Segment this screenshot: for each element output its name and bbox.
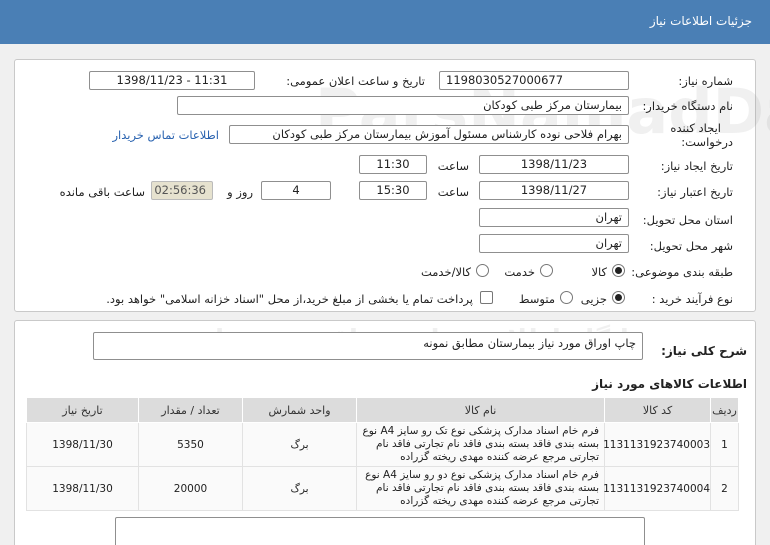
announce-label: تاریخ و ساعت اعلان عمومی: <box>286 74 425 88</box>
creator-label-line1: ایجاد کننده <box>670 121 721 135</box>
page-title: جزئیات اطلاعات نیاز <box>649 14 752 28</box>
table-row: 2 1131131923740004 فرم خام اسناد مدارک پ… <box>26 466 739 511</box>
province-field: تهران <box>479 208 629 227</box>
col-qty: تعداد / مقدار <box>138 397 243 423</box>
buyer-field: بیمارستان مرکز طبی کودکان <box>177 96 629 115</box>
summary-field: چاپ اوراق مورد نیاز بیمارستان مطابق نمون… <box>93 332 643 360</box>
goods-panel: پایگاه اطلاع رسانی مناقصه و مزایده شرح ک… <box>14 320 756 545</box>
cell-row: 2 <box>710 466 739 511</box>
cell-row: 1 <box>710 422 739 467</box>
need-number-field: 1198030527000677 <box>439 71 629 90</box>
created-time-field: 11:30 <box>359 155 427 174</box>
need-number-label: شماره نیاز: <box>678 74 733 88</box>
col-row: ردیف <box>710 397 739 423</box>
cell-date: 1398/11/30 <box>26 466 139 511</box>
treasury-payment-note: پرداخت تمام یا بخشی از مبلغ خرید،از محل … <box>106 292 473 306</box>
col-unit: واحد شمارش <box>242 397 357 423</box>
remaining-timer: 02:56:36 <box>151 181 213 200</box>
cell-name: فرم خام اسناد مدارک پزشکی نوع دو رو سایز… <box>356 466 605 511</box>
created-date-field: 1398/11/23 <box>479 155 629 174</box>
creator-label-line2: درخواست: <box>681 135 733 149</box>
created-time-label: ساعت <box>437 159 469 173</box>
treasury-payment-checkbox[interactable] <box>480 291 493 304</box>
category-option-service: خدمت <box>504 265 535 279</box>
buyer-contact-link[interactable]: اطلاعات تماس خریدار <box>112 128 219 142</box>
province-label: استان محل تحویل: <box>642 213 733 227</box>
announce-field: 1398/11/23 - 11:31 <box>89 71 255 90</box>
cell-code: 1131131923740004 <box>603 466 711 511</box>
remaining-label: ساعت باقی مانده <box>59 185 145 199</box>
cell-unit: برگ <box>242 466 357 511</box>
cell-name: فرم خام اسناد مدارک پزشکی نوع تک رو سایز… <box>356 422 605 467</box>
process-radio-minor[interactable] <box>612 291 625 304</box>
col-date: تاریخ نیاز <box>26 397 139 423</box>
buyer-label: نام دستگاه خریدار: <box>642 99 733 113</box>
cell-qty: 5350 <box>138 422 243 467</box>
process-option-minor: جزیی <box>580 292 607 306</box>
need-details-panel: ParsNamadData شماره نیاز: 11980305270006… <box>14 59 770 312</box>
creator-field: بهرام فلاحی نوده کارشناس مسئول آموزش بیم… <box>229 125 629 144</box>
col-name: نام کالا <box>356 397 605 423</box>
city-label: شهر محل تحویل: <box>649 239 733 253</box>
goods-table: ردیف کد کالا نام کالا واحد شمارش تعداد /… <box>26 397 739 511</box>
validity-days-field: 4 <box>261 181 331 200</box>
process-label: نوع فرآیند خرید : <box>651 292 733 306</box>
category-label: طبقه بندی موضوعی: <box>631 265 733 279</box>
created-date-label: تاریخ ایجاد نیاز: <box>660 159 733 173</box>
validity-date-label: تاریخ اعتبار نیاز: <box>657 185 733 199</box>
category-radio-service[interactable] <box>540 264 553 277</box>
notes-field <box>115 517 645 545</box>
page-header: جزئیات اطلاعات نیاز <box>0 0 770 44</box>
category-radio-goods-service[interactable] <box>476 264 489 277</box>
category-option-goods-service: کالا/خدمت <box>420 265 471 279</box>
goods-table-header: ردیف کد کالا نام کالا واحد شمارش تعداد /… <box>26 397 739 423</box>
days-label: روز و <box>227 185 253 199</box>
category-radio-goods[interactable] <box>612 264 625 277</box>
table-row: 1 1131131923740003 فرم خام اسناد مدارک پ… <box>26 422 739 467</box>
summary-label: شرح کلی نیاز: <box>661 344 747 358</box>
validity-date-field: 1398/11/27 <box>479 181 629 200</box>
city-field: تهران <box>479 234 629 253</box>
validity-time-field: 15:30 <box>359 181 427 200</box>
process-radio-medium[interactable] <box>560 291 573 304</box>
cell-unit: برگ <box>242 422 357 467</box>
goods-section-title: اطلاعات کالاهای مورد نیاز <box>592 377 747 391</box>
cell-code: 1131131923740003 <box>603 422 711 467</box>
col-code: کد کالا <box>604 397 711 423</box>
cell-date: 1398/11/30 <box>26 422 139 467</box>
process-option-medium: متوسط <box>518 292 555 306</box>
category-option-goods: کالا <box>591 265 607 279</box>
validity-time-label: ساعت <box>437 185 469 199</box>
cell-qty: 20000 <box>138 466 243 511</box>
